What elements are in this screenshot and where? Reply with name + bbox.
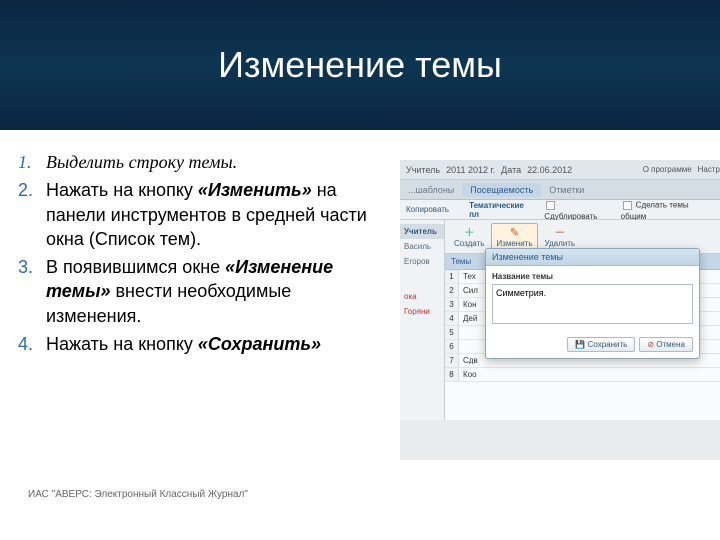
copy-btn-small[interactable]: Копировать <box>406 205 449 214</box>
table-row[interactable]: 8Коо <box>445 368 720 382</box>
slide-header: Изменение темы <box>0 0 720 130</box>
plan-header: Тематические пл <box>469 201 534 219</box>
themes-panel: ＋ Создать ✎ Изменить － Удалить Темы 1Т <box>445 220 720 420</box>
duplicate-check[interactable] <box>546 200 555 209</box>
tab-marks[interactable]: Отметки <box>541 183 592 197</box>
plan-header-row: Копировать Тематические пл Сдублировать … <box>400 200 720 220</box>
teacher-label: Учитель <box>406 165 440 175</box>
date-value: 22.06.2012 <box>527 165 572 175</box>
link-settings[interactable]: Настр <box>698 165 720 174</box>
sidebar-warn-label: ока <box>400 289 444 304</box>
save-button[interactable]: 💾 Сохранить <box>567 337 635 352</box>
year-value: 2011 2012 г. <box>446 165 495 175</box>
sidebar-item[interactable]: Василь <box>400 239 444 254</box>
steps-list: Выделить строку темы. Нажать на кнопку «… <box>0 150 390 360</box>
sidebar-warn-row[interactable]: Горяни <box>400 304 444 319</box>
plus-icon: ＋ <box>462 225 476 239</box>
link-about[interactable]: О программе <box>643 165 692 174</box>
app-tabs: ...шаблоны Посещаемость Отметки <box>400 180 720 200</box>
app-topbar: Учитель 2011 2012 г. Дата 22.06.2012 О п… <box>400 160 720 180</box>
app-body: Учитель Василь Егоров ока Горяни ＋ Созда… <box>400 220 720 420</box>
app-screenshot: Учитель 2011 2012 г. Дата 22.06.2012 О п… <box>400 160 720 460</box>
delete-button[interactable]: － Удалить <box>540 223 581 250</box>
footer-text: ИАС "АВЕРС: Электронный Классный Журнал" <box>28 489 248 500</box>
step-1: Выделить строку темы. <box>18 150 390 174</box>
sidebar-header: Учитель <box>400 224 444 239</box>
create-button[interactable]: ＋ Создать <box>449 223 489 250</box>
dialog-title: Изменение темы <box>486 249 699 266</box>
tab-templates[interactable]: ...шаблоны <box>400 183 462 197</box>
step-2: Нажать на кнопку «Изменить» на панели ин… <box>18 178 390 251</box>
minus-icon: － <box>553 225 567 239</box>
date-label: Дата <box>501 165 521 175</box>
step-3: В появившимся окне «Изменение темы» внес… <box>18 255 390 328</box>
edit-theme-dialog: Изменение темы Название темы 💾 Сохранить… <box>485 248 700 359</box>
cancel-icon: ⊘ <box>647 340 654 349</box>
teacher-sidebar: Учитель Василь Егоров ока Горяни <box>400 220 445 420</box>
split-check[interactable] <box>623 200 632 209</box>
pencil-icon: ✎ <box>507 225 521 239</box>
cancel-button[interactable]: ⊘ Отмена <box>639 337 693 352</box>
edit-button[interactable]: ✎ Изменить <box>491 223 537 250</box>
disk-icon: 💾 <box>575 340 585 349</box>
dialog-field-label: Название темы <box>492 272 693 281</box>
slide: Изменение темы Выделить строку темы. Наж… <box>0 0 720 540</box>
sidebar-item[interactable]: Егоров <box>400 254 444 269</box>
slide-title: Изменение темы <box>218 44 502 86</box>
theme-name-input[interactable] <box>492 284 693 324</box>
step-4: Нажать на кнопку «Сохранить» <box>18 332 390 356</box>
tab-attendance[interactable]: Посещаемость <box>462 183 541 197</box>
